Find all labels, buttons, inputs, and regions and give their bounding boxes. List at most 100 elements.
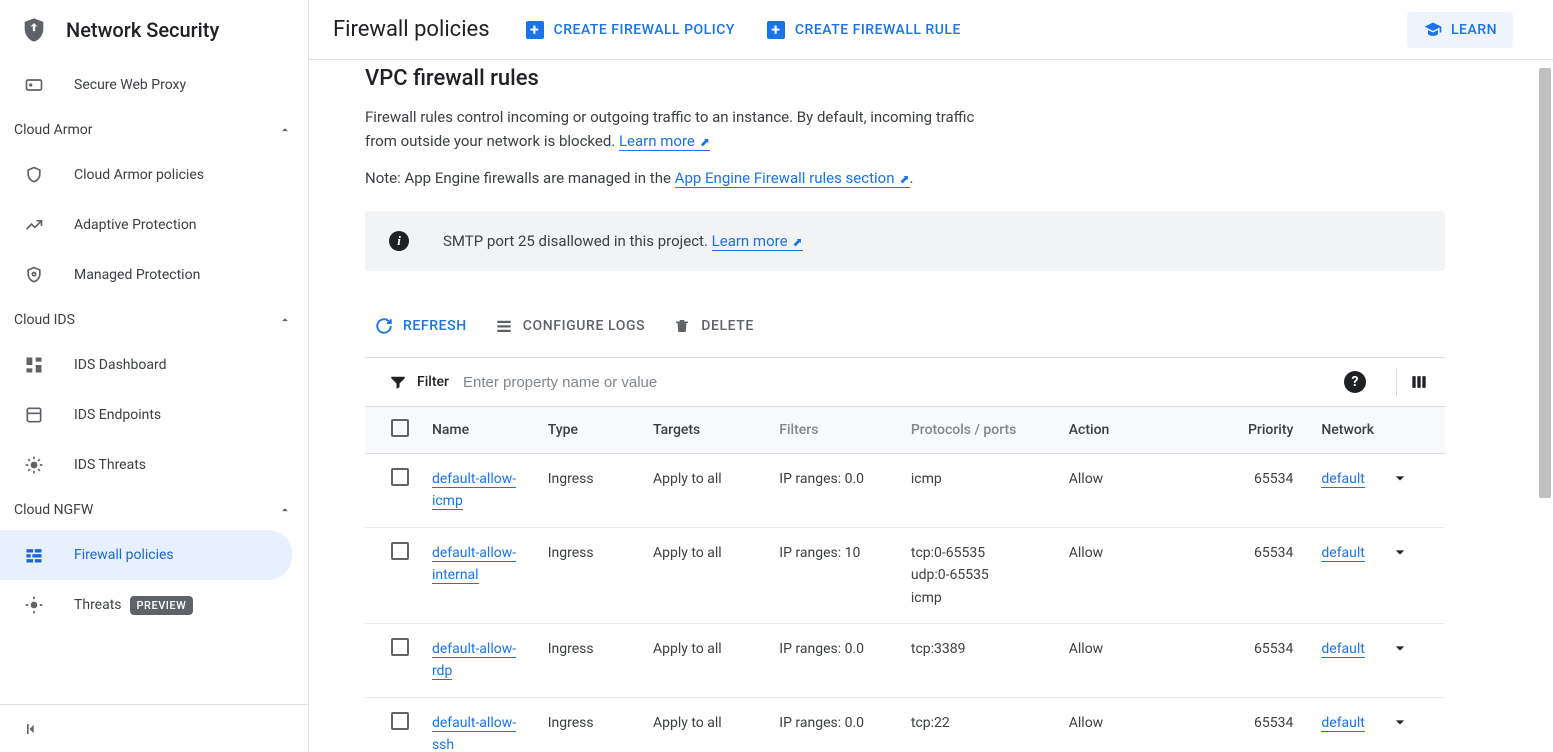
configure-logs-button[interactable]: CONFIGURE LOGS bbox=[485, 309, 663, 343]
expand-row-button[interactable] bbox=[1382, 623, 1445, 697]
sidebar-item-secure-web-proxy[interactable]: Secure Web Proxy bbox=[0, 60, 308, 110]
trash-icon bbox=[673, 317, 691, 335]
column-header-protocols[interactable]: Protocols / ports bbox=[903, 407, 1061, 454]
table-toolbar: REFRESH CONFIGURE LOGS DELETE bbox=[365, 301, 1445, 357]
chevron-up-icon bbox=[278, 503, 292, 517]
cell-action: Allow bbox=[1061, 454, 1219, 528]
columns-icon[interactable] bbox=[1409, 372, 1429, 392]
scrollbar[interactable] bbox=[1537, 60, 1553, 752]
sidebar-item-adaptive-protection[interactable]: Adaptive Protection bbox=[0, 200, 308, 250]
sidebar-item-ids-dashboard[interactable]: IDS Dashboard bbox=[0, 340, 308, 390]
cell-protocols: icmp bbox=[903, 454, 1061, 528]
section-cloud-ngfw[interactable]: Cloud NGFW bbox=[0, 490, 308, 530]
row-checkbox[interactable] bbox=[391, 542, 409, 560]
section-title: Cloud NGFW bbox=[14, 502, 93, 518]
expand-row-button[interactable] bbox=[1382, 697, 1445, 752]
sidebar-item-label: Adaptive Protection bbox=[74, 217, 197, 233]
sidebar-item-more[interactable] bbox=[0, 630, 308, 654]
proxy-icon bbox=[24, 75, 44, 95]
cell-targets: Apply to all bbox=[645, 527, 771, 623]
sidebar-item-label: Firewall policies bbox=[74, 547, 174, 563]
row-checkbox[interactable] bbox=[391, 468, 409, 486]
table-row: default-allow-internalIngressApply to al… bbox=[365, 527, 1445, 623]
network-link[interactable]: default bbox=[1321, 471, 1365, 488]
sidebar-item-ids-endpoints[interactable]: IDS Endpoints bbox=[0, 390, 308, 440]
column-header-targets[interactable]: Targets bbox=[645, 407, 771, 454]
sidebar-item-label: Secure Web Proxy bbox=[74, 77, 186, 93]
section-cloud-armor[interactable]: Cloud Armor bbox=[0, 110, 308, 150]
row-checkbox[interactable] bbox=[391, 712, 409, 730]
sidebar-item-cloud-armor-policies[interactable]: Cloud Armor policies bbox=[0, 150, 308, 200]
cell-priority: 65534 bbox=[1219, 623, 1314, 697]
shield-icon bbox=[20, 15, 48, 45]
dashboard-icon bbox=[24, 355, 44, 375]
threats-icon bbox=[24, 455, 44, 475]
column-header-filters[interactable]: Filters bbox=[771, 407, 903, 454]
network-link[interactable]: default bbox=[1321, 545, 1365, 562]
column-header-type[interactable]: Type bbox=[540, 407, 645, 454]
rule-name-link[interactable]: default-allow-internal bbox=[432, 545, 516, 584]
cell-filters: IP ranges: 0.0 bbox=[771, 623, 903, 697]
button-label: LEARN bbox=[1451, 22, 1497, 38]
plus-icon: + bbox=[767, 21, 785, 39]
cell-protocols: tcp:0-65535udp:0-65535icmp bbox=[903, 527, 1061, 623]
select-all-checkbox[interactable] bbox=[391, 419, 409, 437]
learn-button[interactable]: LEARN bbox=[1407, 12, 1513, 48]
rule-name-link[interactable]: default-allow-rdp bbox=[432, 641, 516, 680]
cell-action: Allow bbox=[1061, 527, 1219, 623]
collapse-icon[interactable] bbox=[22, 719, 42, 739]
help-icon[interactable]: ? bbox=[1344, 371, 1366, 393]
banner-message: SMTP port 25 disallowed in this project.… bbox=[443, 232, 803, 250]
section-cloud-ids[interactable]: Cloud IDS bbox=[0, 300, 308, 340]
sidebar-item-label: IDS Endpoints bbox=[74, 407, 161, 423]
sidebar-item-managed-protection[interactable]: Managed Protection bbox=[0, 250, 308, 300]
note: Note: App Engine firewalls are managed i… bbox=[365, 169, 1445, 187]
chevron-up-icon bbox=[278, 123, 292, 137]
info-banner: i SMTP port 25 disallowed in this projec… bbox=[365, 211, 1445, 271]
sidebar: Network Security Secure Web Proxy Cloud … bbox=[0, 0, 309, 752]
create-firewall-rule-button[interactable]: + CREATE FIREWALL RULE bbox=[751, 13, 977, 47]
create-firewall-policy-button[interactable]: + CREATE FIREWALL POLICY bbox=[510, 13, 751, 47]
sidebar-item-ids-threats[interactable]: IDS Threats bbox=[0, 440, 308, 490]
bug-icon bbox=[24, 595, 44, 615]
rule-name-link[interactable]: default-allow-ssh bbox=[432, 715, 516, 752]
column-header-priority[interactable]: Priority bbox=[1219, 407, 1314, 454]
button-label: DELETE bbox=[701, 318, 754, 334]
cell-protocols: tcp:22 bbox=[903, 697, 1061, 752]
column-header-network[interactable]: Network bbox=[1313, 407, 1381, 454]
filter-input[interactable] bbox=[463, 374, 1326, 391]
learn-more-link[interactable]: Learn more ⬈ bbox=[619, 132, 710, 151]
product-header: Network Security bbox=[0, 0, 308, 60]
filter-label: Filter bbox=[417, 374, 449, 390]
refresh-button[interactable]: REFRESH bbox=[365, 309, 485, 343]
external-link-icon: ⬈ bbox=[697, 135, 710, 149]
table-row: default-allow-sshIngressApply to allIP r… bbox=[365, 697, 1445, 752]
sidebar-item-label: Managed Protection bbox=[74, 267, 200, 283]
delete-button[interactable]: DELETE bbox=[663, 309, 772, 343]
section-heading: VPC firewall rules bbox=[365, 60, 1445, 91]
expand-row-button[interactable] bbox=[1382, 454, 1445, 528]
plus-icon: + bbox=[526, 21, 544, 39]
network-link[interactable]: default bbox=[1321, 641, 1365, 658]
rule-name-link[interactable]: default-allow-icmp bbox=[432, 471, 516, 510]
external-link-icon: ⬈ bbox=[897, 172, 910, 186]
cell-priority: 65534 bbox=[1219, 527, 1314, 623]
section-description: Firewall rules control incoming or outgo… bbox=[365, 105, 975, 153]
app-engine-link[interactable]: App Engine Firewall rules section ⬈ bbox=[675, 169, 910, 188]
banner-learn-more-link[interactable]: Learn more ⬈ bbox=[712, 232, 803, 251]
cell-protocols: tcp:3389 bbox=[903, 623, 1061, 697]
sidebar-item-firewall-policies[interactable]: Firewall policies bbox=[0, 530, 292, 580]
column-header-action[interactable]: Action bbox=[1061, 407, 1219, 454]
cell-targets: Apply to all bbox=[645, 454, 771, 528]
column-header-name[interactable]: Name bbox=[424, 407, 540, 454]
row-checkbox[interactable] bbox=[391, 638, 409, 656]
refresh-icon bbox=[375, 317, 393, 335]
firewall-icon bbox=[24, 545, 44, 565]
sidebar-item-label: IDS Threats bbox=[74, 457, 146, 473]
cell-targets: Apply to all bbox=[645, 623, 771, 697]
sidebar-item-threats[interactable]: Threats PREVIEW bbox=[0, 580, 308, 630]
table-row: default-allow-rdpIngressApply to allIP r… bbox=[365, 623, 1445, 697]
network-link[interactable]: default bbox=[1321, 715, 1365, 732]
expand-row-button[interactable] bbox=[1382, 527, 1445, 623]
endpoints-icon bbox=[24, 405, 44, 425]
